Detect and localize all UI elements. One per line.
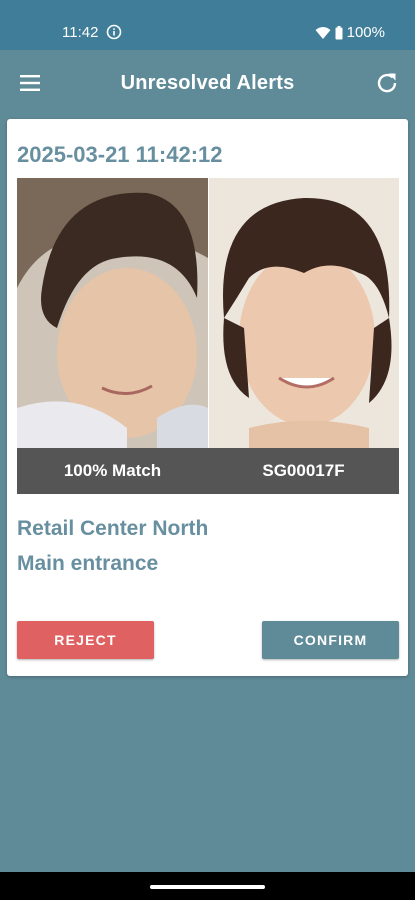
- refresh-icon[interactable]: [375, 71, 399, 95]
- captured-face-photo: [17, 178, 208, 448]
- match-score: 100% Match: [63, 461, 162, 480]
- page-title: Unresolved Alerts: [120, 72, 295, 94]
- match-info-bar: 100% Match SG00017F: [17, 448, 399, 494]
- location-info: Retail Center North Main entrance: [17, 511, 208, 581]
- home-gesture-handle[interactable]: [150, 885, 265, 889]
- wifi-icon: [315, 26, 331, 39]
- status-icons: 100%: [315, 24, 385, 41]
- battery-percent: 100%: [346, 24, 385, 41]
- app-bar: Unresolved Alerts: [0, 50, 415, 117]
- face-comparison: [17, 178, 399, 448]
- alert-card: 2025-03-21 11:42:12 100% Match SG00017F …: [7, 119, 408, 676]
- battery-icon: [335, 25, 343, 39]
- confirm-button[interactable]: CONFIRM: [262, 621, 399, 659]
- reject-button[interactable]: REJECT: [17, 621, 154, 659]
- alert-timestamp: 2025-03-21 11:42:12: [17, 142, 223, 167]
- info-icon: [106, 24, 122, 40]
- status-bar: 11:42 100%: [0, 0, 415, 50]
- location-name: Main entrance: [17, 552, 159, 575]
- subject-id: SG00017F: [262, 461, 345, 480]
- reference-face-photo: [208, 178, 399, 448]
- navigation-bar: [0, 872, 415, 900]
- site-name: Retail Center North: [17, 517, 209, 540]
- status-time: 11:42: [62, 24, 99, 41]
